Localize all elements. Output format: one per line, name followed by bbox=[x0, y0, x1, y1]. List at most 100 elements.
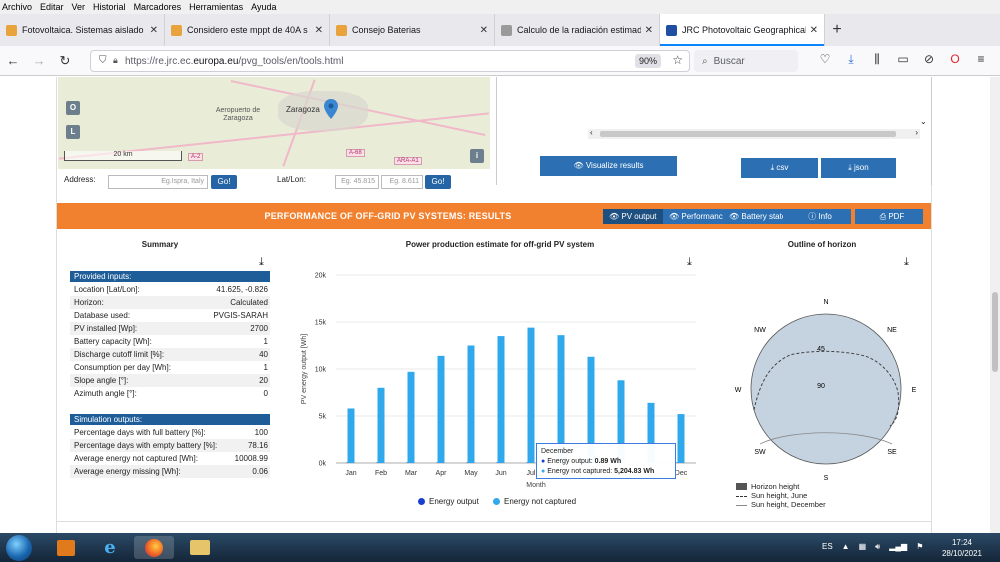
map-layer-l-button[interactable]: L bbox=[66, 125, 80, 139]
performance-button[interactable]: 👁︎ Performance bbox=[663, 209, 723, 224]
internet-explorer-icon[interactable]: e bbox=[90, 536, 130, 559]
battery-state-button[interactable]: 👁︎ Battery state bbox=[723, 209, 783, 224]
compass-label: E bbox=[912, 387, 917, 394]
download-icon[interactable]: ⤓ bbox=[838, 52, 864, 67]
address-input[interactable]: Eg.Ispra, Italy bbox=[108, 175, 208, 189]
scroll-down-icon[interactable]: ⌄ bbox=[920, 117, 927, 126]
system-tray: ES ▲ ▦ 🔊︎ ▂▄▆ ⚑ bbox=[822, 542, 932, 552]
visualize-results-button[interactable]: 👁︎ Visualize results bbox=[540, 156, 677, 176]
opera-icon[interactable]: O bbox=[942, 52, 968, 67]
csv-button[interactable]: ⤓ csv bbox=[741, 158, 818, 178]
tab-title: Consejo Baterias bbox=[352, 25, 421, 35]
scroll-left-icon[interactable]: ‹ bbox=[590, 128, 593, 137]
menu-marcadores[interactable]: Marcadores bbox=[134, 2, 182, 12]
compass-label: SW bbox=[754, 449, 766, 456]
x-tick-label: Jan bbox=[345, 470, 356, 477]
reload-icon[interactable]: ↻ bbox=[52, 53, 78, 69]
clock[interactable]: 17:24 28/10/2021 bbox=[934, 537, 990, 559]
url-bar[interactable]: ⛉ 🔒︎ https://re.jrc.ec.europa.eu/pvg_too… bbox=[90, 50, 690, 72]
ring-label: 90 bbox=[817, 383, 825, 390]
json-label: json bbox=[854, 163, 869, 172]
tab-mppt[interactable]: Considero este mppt de 40A s ✕ bbox=[165, 14, 330, 46]
close-icon[interactable]: ✕ bbox=[810, 25, 818, 36]
menu-herramientas[interactable]: Herramientas bbox=[189, 2, 243, 12]
legend-label: Sun height, December bbox=[751, 500, 826, 509]
tab-radiacion[interactable]: Calculo de la radiación estimad ✕ bbox=[495, 14, 660, 46]
map-view[interactable]: O L i 20 km Zaragoza Aeropuerto de Zarag… bbox=[58, 77, 490, 169]
sidebar-icon[interactable]: ▭ bbox=[890, 52, 916, 67]
file-explorer-icon[interactable] bbox=[180, 536, 220, 559]
close-icon[interactable]: ✕ bbox=[645, 25, 653, 36]
input-row: Slope angle [°]: 20 bbox=[70, 374, 270, 387]
latlon-go-button[interactable]: Go! bbox=[425, 175, 451, 189]
star-icon[interactable]: ☆ bbox=[672, 53, 683, 67]
lock-icon[interactable]: 🔒︎ bbox=[113, 55, 118, 66]
json-button[interactable]: ⤓ json bbox=[821, 158, 896, 178]
map-pin-icon[interactable] bbox=[324, 99, 338, 119]
search-icon: ⌕ bbox=[702, 55, 708, 67]
compass-label: S bbox=[824, 475, 829, 482]
menu-ayuda[interactable]: Ayuda bbox=[251, 2, 276, 12]
chart-title: Power production estimate for off-grid P… bbox=[405, 240, 595, 249]
menu-archivo[interactable]: Archivo bbox=[2, 2, 32, 12]
library-icon[interactable]: ⫼ bbox=[864, 52, 890, 67]
media-player-icon[interactable] bbox=[46, 536, 86, 559]
volume-icon[interactable]: 🔊︎ bbox=[875, 542, 880, 552]
horizontal-scrollbar[interactable]: ‹ › bbox=[588, 128, 920, 139]
horizon-download-icon[interactable]: ⤓ bbox=[904, 256, 909, 269]
scroll-thumb[interactable] bbox=[992, 292, 998, 372]
tab-fotovoltaica[interactable]: Fotovoltaica. Sistemas aislado ✕ bbox=[0, 14, 165, 46]
y-tick-label: 10k bbox=[315, 367, 327, 374]
network-icon[interactable]: ▦ bbox=[859, 542, 867, 552]
forward-icon[interactable]: → bbox=[26, 53, 52, 68]
scroll-thumb[interactable] bbox=[600, 131, 896, 137]
legend-label: Energy not captured bbox=[504, 497, 577, 506]
map-info-button[interactable]: i bbox=[470, 149, 484, 163]
pv-output-button[interactable]: 👁︎ PV output bbox=[603, 209, 663, 224]
menu-ver[interactable]: Ver bbox=[72, 2, 86, 12]
close-icon[interactable]: ✕ bbox=[150, 25, 158, 36]
chart-tooltip: December ● Energy output: 0.89 Wh ● Ener… bbox=[536, 443, 676, 479]
scroll-right-icon[interactable]: › bbox=[915, 128, 918, 137]
tab-baterias[interactable]: Consejo Baterias ✕ bbox=[330, 14, 495, 46]
site-favicon-icon bbox=[501, 24, 512, 36]
new-tab-icon[interactable]: + bbox=[825, 14, 849, 46]
legend-swatch bbox=[736, 504, 747, 506]
zoom-level[interactable]: 90% bbox=[634, 54, 661, 68]
legend-energy-output[interactable]: Energy output bbox=[418, 497, 479, 506]
firefox-icon[interactable] bbox=[134, 536, 174, 559]
shield-icon[interactable]: ⛉ bbox=[99, 55, 107, 66]
page-scrollbar[interactable] bbox=[990, 77, 1000, 533]
map-layer-o-button[interactable]: O bbox=[66, 101, 80, 115]
horizon-title: Outline of horizon bbox=[787, 240, 857, 249]
menu-historial[interactable]: Historial bbox=[93, 2, 126, 12]
search-bar[interactable]: ⌕ Buscar bbox=[694, 50, 798, 72]
signal-icon[interactable]: ▂▄▆ bbox=[889, 542, 907, 552]
nav-bar: ← → ↻ ⛉ 🔒︎ https://re.jrc.ec.europa.eu/p… bbox=[0, 46, 1000, 76]
info-button[interactable]: ⓘ Info bbox=[783, 209, 851, 224]
bar-energy-not-captured bbox=[497, 336, 505, 463]
close-icon[interactable]: ✕ bbox=[315, 25, 323, 36]
tab-jrc[interactable]: JRC Photovoltaic Geographical ✕ bbox=[660, 14, 825, 46]
summary-download-icon[interactable]: ⤓ bbox=[259, 256, 264, 269]
pdf-button[interactable]: ⎙ PDF bbox=[855, 209, 923, 224]
airport-label: Aeropuerto de Zaragoza bbox=[215, 107, 261, 122]
language-indicator[interactable]: ES bbox=[822, 542, 833, 552]
bar-energy-not-captured bbox=[467, 345, 475, 463]
results-title: PERFORMANCE OF OFF-GRID PV SYSTEMS: RESU… bbox=[264, 211, 512, 221]
lon-input[interactable]: Eg. 8.611 bbox=[381, 175, 423, 189]
start-button[interactable] bbox=[6, 535, 32, 561]
tray-expand-icon[interactable]: ▲ bbox=[842, 542, 850, 552]
flag-icon[interactable]: ⚑ bbox=[916, 542, 923, 552]
lat-input[interactable]: Eg. 45.815 bbox=[335, 175, 379, 189]
tooltip-line-1: ● Energy output: 0.89 Wh bbox=[541, 458, 622, 465]
legend-energy-not-captured[interactable]: Energy not captured bbox=[493, 497, 576, 506]
menu-editar[interactable]: Editar bbox=[40, 2, 64, 12]
back-icon[interactable]: ← bbox=[0, 53, 26, 68]
close-icon[interactable]: ✕ bbox=[480, 25, 488, 36]
menu-icon[interactable]: ≡ bbox=[968, 52, 994, 67]
address-go-button[interactable]: Go! bbox=[211, 175, 237, 189]
block-icon[interactable]: ⊘ bbox=[916, 52, 942, 67]
input-row: Horizon: Calculated bbox=[70, 296, 270, 309]
pocket-icon[interactable]: ♡ bbox=[812, 52, 838, 67]
